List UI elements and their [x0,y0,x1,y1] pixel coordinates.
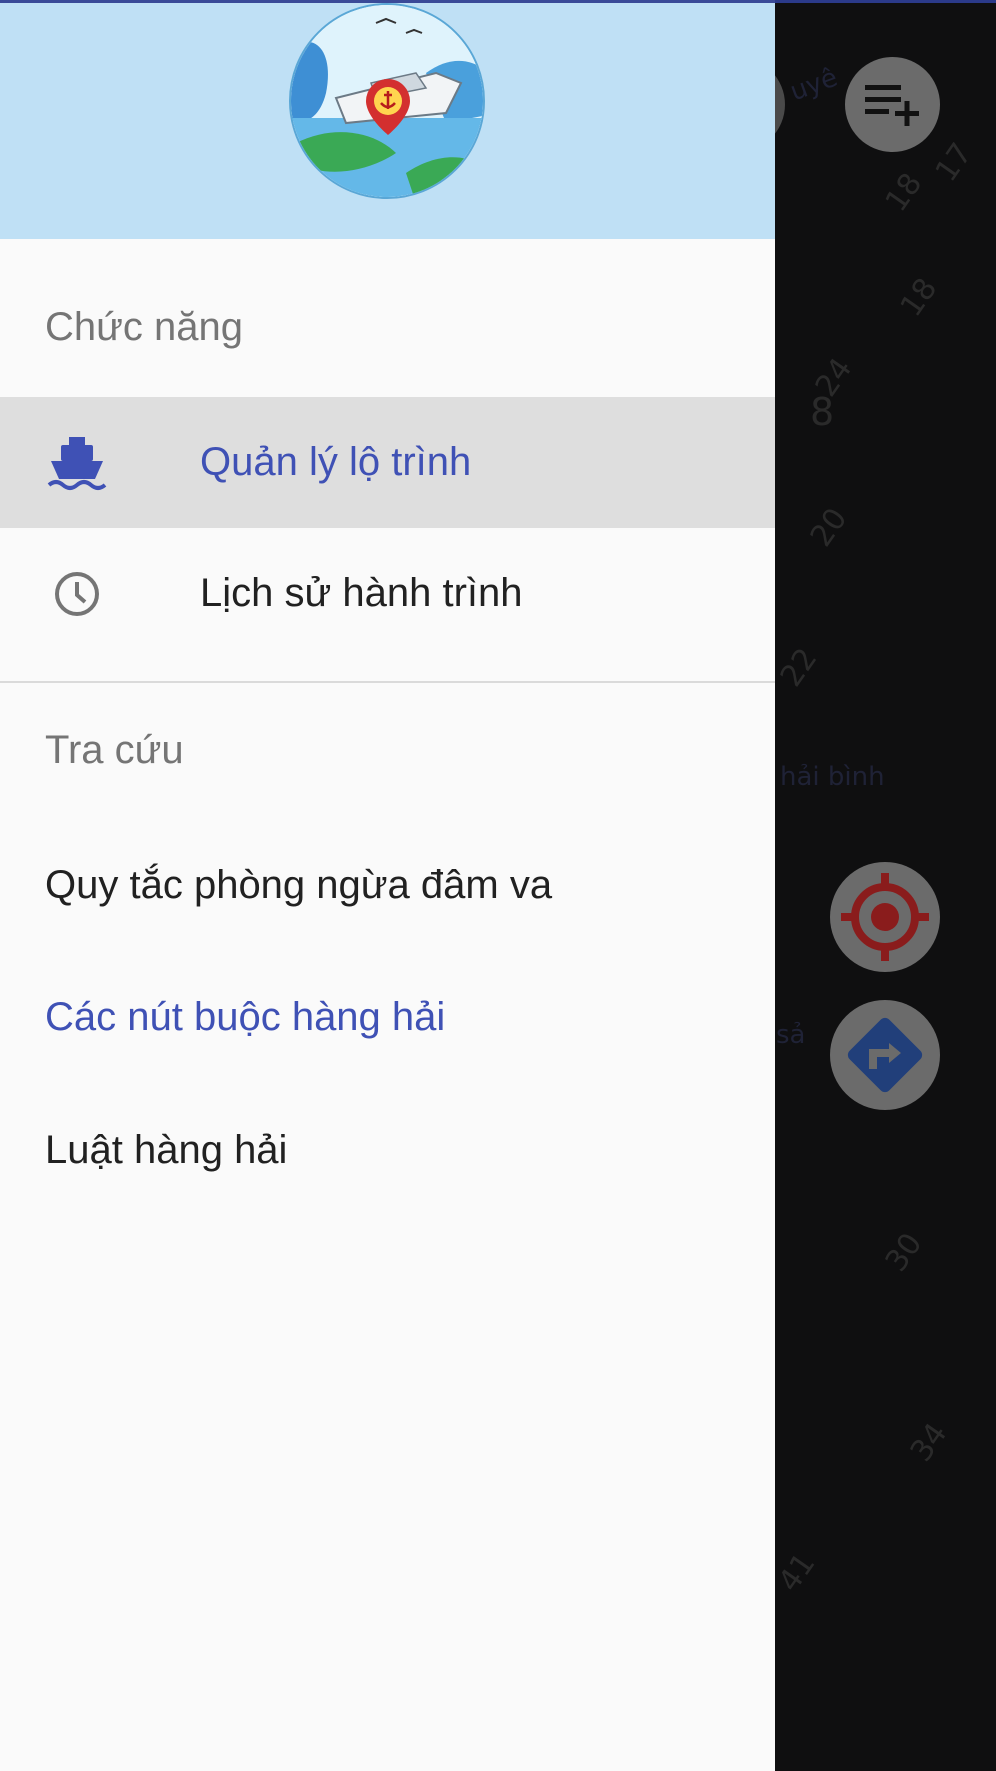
depth-label: 41 [771,1546,823,1599]
depth-label: 22 [773,641,825,694]
menu-item-maritime-law[interactable]: Luật hàng hải [45,1128,287,1173]
depth-label: 18 [878,166,930,219]
menu-item-trip-history[interactable]: Lịch sử hành trình [0,528,775,659]
menu-item-label: Lịch sử hành trình [200,571,523,615]
depth-label: 30 [878,1226,930,1279]
map-place-label: hải bình [780,762,885,792]
playlist-add-icon [864,84,919,126]
menu-item-nautical-knots[interactable]: Các nút buộc hàng hải [45,995,445,1040]
add-to-list-button[interactable] [845,57,940,152]
depth-label: 8 [810,390,835,434]
menu-item-route-management[interactable]: Quản lý lộ trình [0,397,775,528]
menu-item-label: Quản lý lộ trình [200,440,472,484]
depth-label: 20 [803,501,855,554]
drawer-header [0,0,775,239]
directions-button[interactable] [830,1000,940,1110]
clock-icon [45,562,109,626]
ship-icon [45,431,109,495]
navigation-drawer: Chức năng Quản lý lộ trình Lịch sử hành … [0,0,775,1771]
depth-label: 17 [928,136,980,189]
map-place-label: uyê [786,62,842,108]
section-divider [0,681,775,683]
section-title-functions: Chức năng [45,305,244,349]
section-title-lookup: Tra cứu [45,728,184,772]
app-logo [289,3,485,199]
target-icon [841,873,929,961]
my-location-button[interactable] [830,862,940,972]
directions-icon [847,1017,923,1093]
depth-label: 34 [903,1416,955,1469]
menu-item-collision-rules[interactable]: Quy tắc phòng ngừa đâm va [45,863,552,908]
map-place-label: sả [776,1020,806,1050]
depth-label: 18 [893,271,945,324]
